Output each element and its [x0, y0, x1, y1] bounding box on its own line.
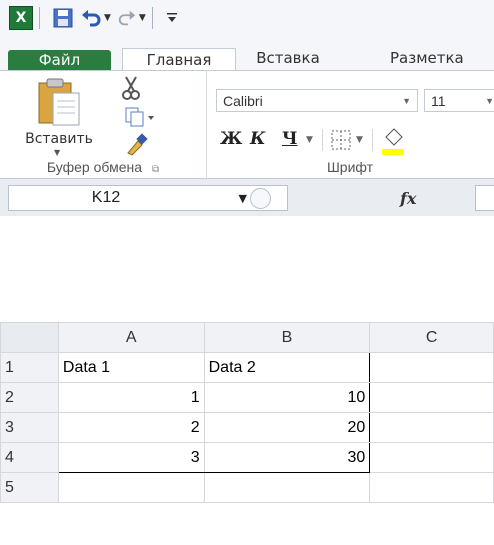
cell-b1[interactable]: Data 2 — [203, 352, 371, 383]
row-header[interactable]: 1 — [0, 352, 59, 383]
cell-c4[interactable] — [369, 442, 494, 473]
row-header[interactable]: 3 — [0, 412, 59, 443]
redo-icon[interactable] — [117, 8, 137, 28]
qat-separator — [39, 7, 40, 29]
chevron-down-icon[interactable]: ▼ — [239, 192, 247, 205]
font-group-label: Шрифт — [326, 159, 374, 175]
cell-b2[interactable]: 10 — [203, 382, 371, 413]
table-row: 3 2 20 — [0, 412, 494, 443]
column-header-a[interactable]: A — [57, 322, 205, 353]
chevron-down-icon[interactable]: ▼ — [356, 135, 363, 145]
font-name-select[interactable]: Calibri ▼ — [216, 89, 418, 112]
tab-home[interactable]: Главная — [122, 48, 236, 71]
name-box-value: K12 — [91, 189, 121, 206]
clipboard-group: Вставить ▼ Буфер обмена ⧉ — [0, 71, 207, 179]
cell-b5[interactable] — [203, 472, 371, 503]
cell-a4[interactable]: 3 — [57, 442, 205, 473]
tab-insert[interactable]: Вставка — [238, 45, 338, 70]
row-header[interactable]: 2 — [0, 382, 59, 413]
save-icon[interactable] — [52, 7, 74, 29]
select-all-corner[interactable] — [0, 322, 59, 353]
font-size-select[interactable]: 11 ▼ — [424, 89, 494, 112]
chevron-down-icon[interactable]: ▼ — [402, 96, 411, 106]
customize-qat-icon[interactable] — [165, 11, 179, 25]
name-box[interactable]: K12 ▼ — [8, 185, 288, 211]
cell-a2[interactable]: 1 — [57, 382, 205, 413]
redo-dropdown-icon[interactable]: ▼ — [139, 13, 146, 23]
excel-logo-icon[interactable]: X — [9, 6, 33, 30]
cell-c5[interactable] — [369, 472, 494, 503]
format-separator-2 — [372, 129, 373, 151]
paste-button[interactable]: Вставить — [4, 131, 114, 147]
formula-bar: K12 ▼ fx — [0, 178, 494, 216]
clipboard-group-label: Буфер обмена ⧉ — [46, 159, 160, 175]
insert-function-icon[interactable]: fx — [400, 189, 416, 208]
quick-access-toolbar: X ▼ ▼ — [0, 0, 494, 37]
cell-b3[interactable]: 20 — [203, 412, 371, 443]
dialog-launcher-icon[interactable]: ⧉ — [152, 164, 159, 175]
cell-a1[interactable]: Data 1 — [57, 352, 205, 383]
row-header[interactable]: 4 — [0, 442, 59, 473]
cell-c2[interactable] — [369, 382, 494, 413]
fill-color-icon[interactable] — [382, 125, 404, 155]
italic-button[interactable]: К — [250, 129, 265, 149]
table-row: 4 3 30 — [0, 442, 494, 473]
undo-icon[interactable] — [80, 7, 102, 29]
table-row: 1 Data 1 Data 2 — [0, 352, 494, 383]
formula-input[interactable] — [475, 185, 494, 211]
column-header-b[interactable]: B — [203, 322, 371, 353]
column-header-c[interactable]: C — [369, 322, 494, 353]
worksheet-grid: A B C 1 Data 1 Data 2 2 1 10 3 2 20 4 3 … — [0, 322, 494, 545]
paste-icon[interactable] — [35, 77, 83, 127]
cell-a3[interactable]: 2 — [57, 412, 205, 443]
cell-c3[interactable] — [369, 412, 494, 443]
formula-cancel-icon[interactable] — [250, 188, 271, 209]
format-painter-icon[interactable] — [124, 133, 150, 157]
chevron-down-icon[interactable]: ▼ — [485, 96, 494, 106]
chevron-down-icon[interactable]: ▼ — [306, 135, 313, 145]
cell-a5[interactable] — [57, 472, 205, 503]
qat-separator-2 — [151, 7, 153, 29]
format-separator — [322, 129, 323, 151]
row-header[interactable]: 5 — [0, 472, 59, 503]
font-group: Calibri ▼ 11 ▼ Ж К Ч ▼ ▼ Шрифт — [206, 71, 494, 179]
tab-file[interactable]: Файл — [8, 50, 111, 70]
copy-icon[interactable] — [124, 106, 156, 128]
ribbon-tabs: Файл Главная Вставка Разметка — [0, 36, 494, 71]
table-row: 5 — [0, 472, 494, 503]
paste-dropdown-icon[interactable]: ▼ — [54, 148, 60, 157]
cell-b4[interactable]: 30 — [203, 442, 371, 473]
cell-c1[interactable] — [369, 352, 494, 383]
underline-button[interactable]: Ч — [282, 129, 298, 149]
bold-button[interactable]: Ж — [220, 129, 242, 149]
cut-icon[interactable] — [120, 75, 142, 101]
undo-dropdown-icon[interactable]: ▼ — [104, 13, 111, 23]
borders-icon[interactable] — [330, 129, 352, 151]
tab-page-layout[interactable]: Разметка — [390, 45, 494, 70]
table-row: 2 1 10 — [0, 382, 494, 413]
